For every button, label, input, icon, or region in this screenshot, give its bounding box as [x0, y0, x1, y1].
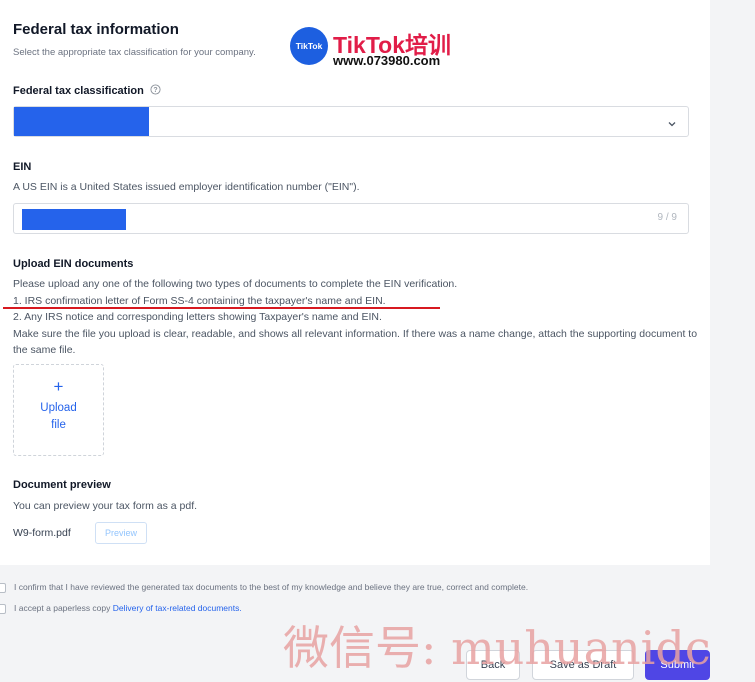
upload-intro: Please upload any one of the following t… [13, 278, 458, 290]
question-circle-icon[interactable]: ? [150, 84, 161, 98]
paperless-link[interactable]: Delivery of tax-related documents. [113, 603, 242, 613]
preview-description: You can preview your tax form as a pdf. [13, 500, 198, 512]
classification-select[interactable] [13, 106, 689, 137]
preview-filename: W9-form.pdf [13, 527, 71, 539]
upload-note: Make sure the file you upload is clear, … [13, 327, 698, 357]
ein-input[interactable]: 9 / 9 [13, 203, 689, 234]
watermark-url: www.073980.com [333, 53, 441, 68]
save-draft-button[interactable]: Save as Draft [532, 650, 634, 680]
upload-label-line2: file [51, 419, 66, 431]
confirm-checkbox[interactable] [0, 583, 6, 593]
plus-icon: + [53, 377, 64, 396]
tax-form-card: Federal tax information Select the appro… [0, 0, 710, 565]
upload-option-2: 2. Any IRS notice and corresponding lett… [13, 311, 382, 323]
redacted-value [14, 107, 149, 136]
confirm-text: I confirm that I have reviewed the gener… [14, 582, 529, 592]
ein-char-counter: 9 / 9 [657, 212, 677, 223]
upload-title: Upload EIN documents [13, 258, 134, 270]
classification-label-text: Federal tax classification [13, 84, 144, 97]
section-title: Federal tax information [13, 21, 179, 38]
svg-text:?: ? [153, 87, 157, 94]
upload-label-line1: Upload [40, 402, 77, 414]
tiktok-logo-icon: TikTok [290, 27, 328, 65]
upload-instructions: Please upload any one of the following t… [13, 276, 703, 359]
classification-label: Federal tax classification ? [13, 84, 161, 98]
paperless-checkbox[interactable] [0, 604, 6, 614]
chevron-down-icon [667, 116, 677, 134]
upload-file-button[interactable]: + Upload file [13, 364, 104, 456]
paperless-prefix: I accept a paperless copy [14, 603, 111, 613]
paperless-text: I accept a paperless copy Delivery of ta… [14, 603, 242, 613]
preview-button[interactable]: Preview [95, 522, 147, 544]
section-subtitle: Select the appropriate tax classificatio… [13, 47, 256, 58]
submit-button[interactable]: Submit [645, 650, 710, 680]
red-underline-annotation [3, 307, 440, 309]
redacted-value [22, 209, 126, 230]
ein-description: A US EIN is a United States issued emplo… [13, 181, 360, 193]
preview-title: Document preview [13, 479, 111, 491]
ein-label: EIN [13, 161, 32, 173]
back-button[interactable]: Back [466, 650, 520, 680]
